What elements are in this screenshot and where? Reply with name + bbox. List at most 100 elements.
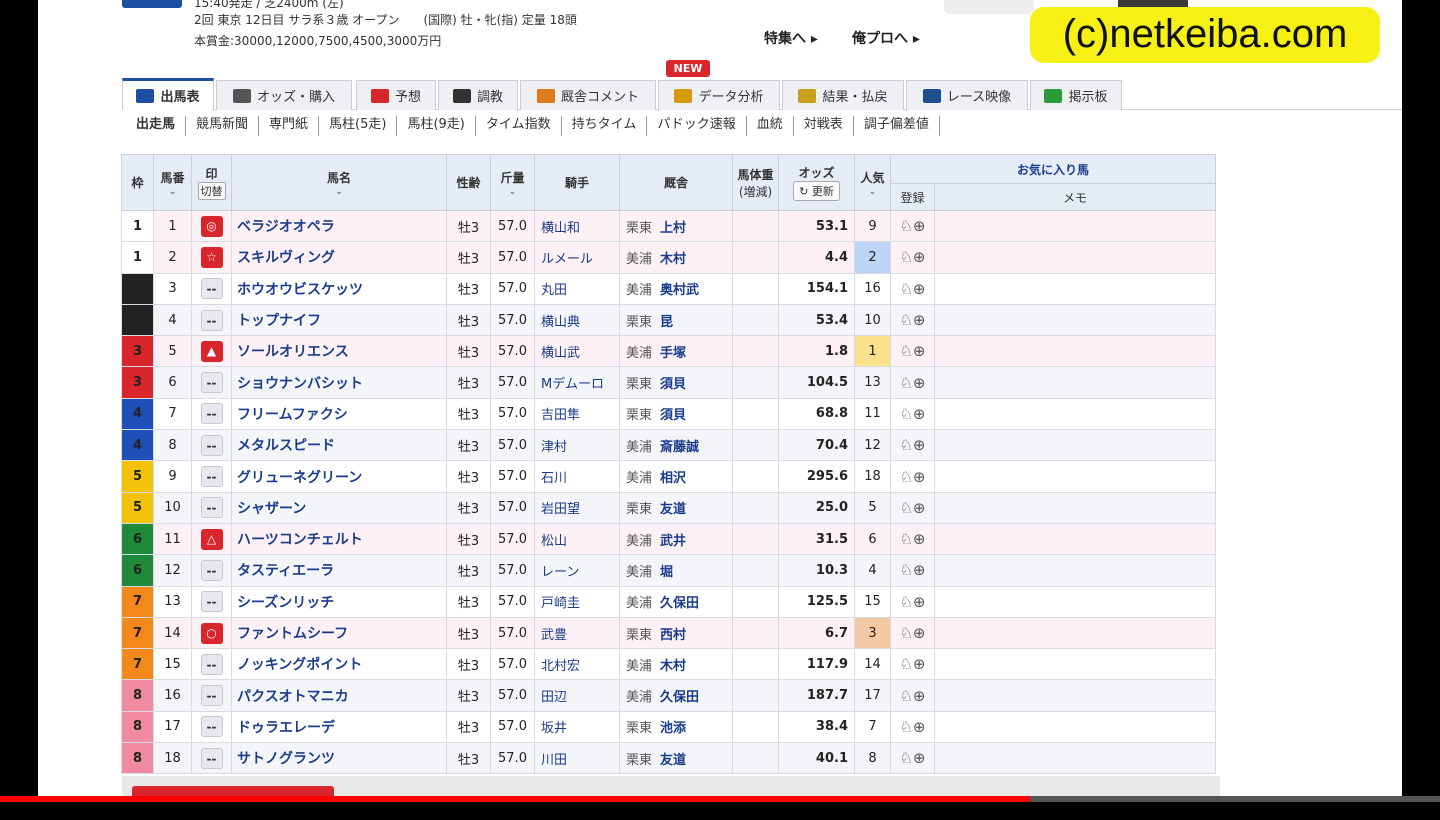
jockey-link[interactable]: 石川 [534,460,620,493]
mark-cell[interactable]: ○ [191,616,232,650]
tab-1[interactable]: オッズ・購入 [216,80,352,110]
add-favorite-icon[interactable]: ♘⊕ [899,593,925,611]
memo-cell[interactable] [934,491,1216,524]
memo-cell[interactable] [934,335,1216,368]
subnav-item-1[interactable]: 競馬新聞 [186,116,260,136]
memo-cell[interactable] [934,585,1216,618]
mark-cell[interactable]: -- [191,648,232,681]
add-favorite-icon[interactable]: ♘⊕ [899,311,925,329]
jockey-link[interactable]: レーン [534,554,620,587]
add-favorite-icon[interactable]: ♘⊕ [899,499,925,517]
prediction-mark[interactable]: △ [200,528,223,550]
horse-name-link[interactable]: パクスオトマニカ [231,679,447,712]
trainer-link[interactable]: 木村 [660,252,686,267]
memo-cell[interactable] [934,710,1216,744]
mark-cell[interactable]: -- [191,679,232,712]
table-row[interactable]: 6 12 -- タスティエーラ 牡3 57.0 レーン 美浦堀 10.3 4 ♘⊕ [121,554,1216,587]
memo-cell[interactable] [934,679,1216,712]
prediction-mark[interactable]: -- [200,685,223,707]
table-row[interactable]: 7 14 ○ ファントムシーフ 牡3 57.0 武豊 栗東 西村 6.7 3 ♘⊕ [121,616,1216,650]
prediction-mark[interactable]: -- [200,403,223,425]
mark-cell[interactable]: ☆ [191,241,232,274]
brand-logo[interactable] [122,0,182,8]
trainer-link[interactable]: 須貝 [660,408,686,423]
table-row[interactable]: 3 5 ▲ ソールオリエンス 牡3 57.0 横山武 美浦 手塚 1.8 1 ♘⊕ [121,335,1216,368]
register-cell[interactable]: ♘⊕ [890,616,935,650]
register-cell[interactable]: ♘⊕ [890,742,935,775]
add-favorite-icon[interactable]: ♘⊕ [899,687,925,705]
jockey-link[interactable]: ルメール [534,241,620,274]
mark-cell[interactable]: -- [191,303,232,337]
horse-name-link[interactable]: タスティエーラ [231,554,447,587]
table-row[interactable]: 7 13 -- シーズンリッチ 牡3 57.0 戸崎圭 美浦 久保田 125.5 15 ♘⊕ [121,585,1216,618]
name-header[interactable]: 馬名 ⌄ [231,154,447,211]
add-favorite-icon[interactable]: ♘⊕ [899,468,925,486]
header-banner[interactable] [944,0,1034,14]
horse-name-link[interactable]: ドゥラエレーデ [231,710,447,744]
trainer-link[interactable]: 昆 [660,315,673,330]
trainer-link[interactable]: 久保田 [660,596,699,611]
trainer-link[interactable]: 木村 [660,659,686,674]
table-row[interactable]: 1 2 ☆ スキルヴィング 牡3 57.0 ルメール 美浦 木村 4.4 2 ♘⊕ [121,241,1216,274]
jockey-link[interactable]: 坂井 [534,710,620,744]
trainer-link[interactable]: 上村 [660,221,686,236]
horse-name-link[interactable]: ハーツコンチェルト [231,522,447,556]
memo-cell[interactable] [934,460,1216,493]
jockey-link[interactable]: 戸崎圭 [534,585,620,618]
horse-name-link[interactable]: ファントムシーフ [231,616,447,650]
mark-cell[interactable]: -- [191,460,232,493]
register-cell[interactable]: ♘⊕ [890,679,935,712]
memo-cell[interactable] [934,209,1216,243]
table-row[interactable]: 4 7 -- フリームファクシ 牡3 57.0 吉田隼 栗東 須貝 68.8 11 ♘⊕ [121,397,1216,431]
jockey-link[interactable]: 松山 [534,522,620,556]
trainer-link[interactable]: 堀 [660,565,673,580]
memo-cell[interactable] [934,303,1216,337]
prediction-mark[interactable]: -- [200,591,223,613]
jockey-link[interactable]: 田辺 [534,679,620,712]
jockey-link[interactable]: Mデムーロ [534,366,620,399]
trainer-link[interactable]: 池添 [660,721,686,736]
subnav-item-3[interactable]: 馬柱(5走) [319,116,398,136]
table-row[interactable]: 8 17 -- ドゥラエレーデ 牡3 57.0 坂井 栗東 池添 38.4 7 ♘⊕ [121,710,1216,744]
table-row[interactable]: 4 8 -- メタルスピード 牡3 57.0 津村 美浦 斎藤誠 70.4 12 ♘⊕ [121,429,1216,462]
jockey-link[interactable]: 北村宏 [534,648,620,681]
memo-cell[interactable] [934,272,1216,305]
register-cell[interactable]: ♘⊕ [890,397,935,431]
jockey-link[interactable]: 横山和 [534,209,620,243]
register-cell[interactable]: ♘⊕ [890,460,935,493]
trainer-link[interactable]: 斎藤誠 [660,440,699,455]
trainer-link[interactable]: 西村 [660,628,686,643]
table-row[interactable]: 7 15 -- ノッキングポイント 牡3 57.0 北村宏 美浦 木村 117.9 14 ♘⊕ [121,648,1216,681]
tab-7[interactable]: レース映像 [906,80,1028,110]
mark-cell[interactable]: -- [191,366,232,399]
horse-name-link[interactable]: シャザーン [231,491,447,524]
mark-cell[interactable]: -- [191,397,232,431]
prediction-mark[interactable]: -- [200,309,223,331]
memo-cell[interactable] [934,429,1216,462]
prediction-mark[interactable]: -- [200,278,223,300]
subnav-item-6[interactable]: 持ちタイム [562,116,648,136]
prediction-mark[interactable]: -- [200,372,223,394]
jockey-link[interactable]: 丸田 [534,272,620,305]
register-cell[interactable]: ♘⊕ [890,554,935,587]
prediction-mark[interactable]: -- [200,434,223,456]
umaban-header[interactable]: 馬番 ⌄ [153,154,192,211]
register-cell[interactable]: ♘⊕ [890,585,935,618]
subnav-item-7[interactable]: パドック速報 [647,116,747,136]
table-row[interactable]: 1 1 ◎ ベラジオオペラ 牡3 57.0 横山和 栗東 上村 53.1 9 ♘⊕ [121,209,1216,243]
mark-cell[interactable]: -- [191,491,232,524]
register-cell[interactable]: ♘⊕ [890,710,935,744]
horse-name-link[interactable]: グリューネグリーン [231,460,447,493]
mark-cell[interactable]: -- [191,429,232,462]
tab-5[interactable]: データ分析 [658,80,780,110]
add-favorite-icon[interactable]: ♘⊕ [899,530,925,548]
register-cell[interactable]: ♘⊕ [890,241,935,274]
table-row[interactable]: 2 4 -- トップナイフ 牡3 57.0 横山典 栗東昆 53.4 10 ♘⊕ [121,303,1216,337]
subnav-item-0[interactable]: 出走馬 [126,116,187,136]
subnav-item-9[interactable]: 対戦表 [794,116,854,136]
memo-cell[interactable] [934,366,1216,399]
prediction-mark[interactable]: ☆ [200,246,223,268]
horse-name-link[interactable]: ソールオリエンス [231,335,447,368]
jockey-link[interactable]: 岩田望 [534,491,620,524]
horse-name-link[interactable]: サトノグランツ [231,742,447,775]
